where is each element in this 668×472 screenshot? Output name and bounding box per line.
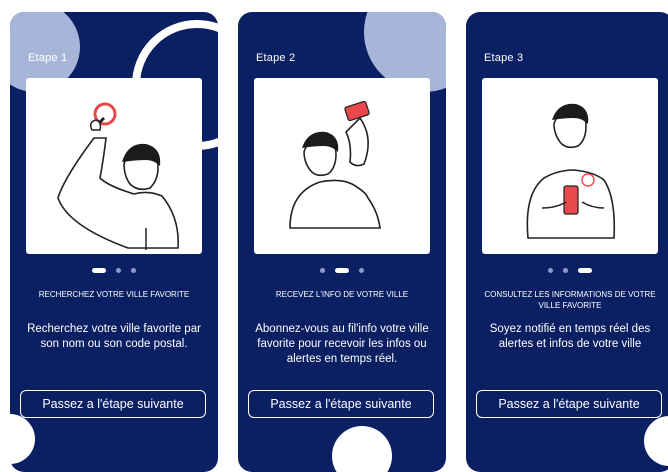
pagination-dot-1[interactable] — [320, 268, 325, 273]
step-caption: RECHERCHEZ VOTRE VILLE FAVORITE — [38, 290, 190, 299]
notification-badge-icon — [581, 173, 595, 187]
illustration-consult — [482, 78, 658, 254]
pagination-dot-3[interactable] — [131, 268, 136, 273]
pagination-dots — [10, 268, 218, 273]
onboarding-screen-2: Etape 2 RECEVEZ L'INFO DE VOTRE VILLE Ab… — [238, 12, 446, 472]
pagination-dot-1[interactable] — [548, 268, 553, 273]
step-label: Etape 3 — [484, 52, 524, 64]
pagination-dot-2[interactable] — [335, 268, 349, 273]
illustration-search — [26, 78, 202, 254]
person-with-magnifier-illustration — [57, 102, 179, 250]
pagination-dot-1[interactable] — [92, 268, 106, 273]
illustration-notification — [254, 78, 430, 254]
onboarding-screen-3: Etape 3 CONSULTEZ LES INFORMATIONS DE VO… — [466, 12, 668, 472]
step-caption: RECEVEZ L'INFO DE VOTRE VILLE — [275, 290, 409, 299]
pagination-dot-3[interactable] — [578, 268, 592, 273]
next-step-button[interactable]: Passez a l'étape suivante — [248, 390, 434, 418]
next-step-button[interactable]: Passez a l'étape suivante — [20, 390, 206, 418]
step-caption: CONSULTEZ LES INFORMATIONS DE VOTRE VILL… — [484, 290, 656, 310]
step-description: Soyez notifié en temps réel des alertes … — [489, 323, 651, 350]
pagination-dots — [466, 268, 668, 273]
step-description: Recherchez votre ville favorite par son … — [27, 323, 201, 350]
step-description: Abonnez-vous au fil'info votre ville fav… — [255, 323, 429, 365]
decor-circle-white-bottom — [332, 426, 392, 472]
pagination-dot-2[interactable] — [116, 268, 121, 273]
pagination-dots — [238, 268, 446, 273]
decor-circle-white-bottom — [644, 416, 668, 466]
step-label: Etape 1 — [28, 52, 68, 64]
pagination-dot-2[interactable] — [563, 268, 568, 273]
onboarding-screen-1: Etape 1 RECHERCHEZ VOTRE VILLE FAVORITE … — [10, 12, 218, 472]
phone-icon — [563, 185, 579, 215]
phone-icon — [344, 100, 370, 122]
person-holding-phone-illustration — [526, 103, 616, 239]
step-label: Etape 2 — [256, 52, 296, 64]
next-step-button[interactable]: Passez a l'étape suivante — [476, 390, 662, 418]
person-with-phone-illustration — [289, 100, 381, 229]
pagination-dot-3[interactable] — [359, 268, 364, 273]
